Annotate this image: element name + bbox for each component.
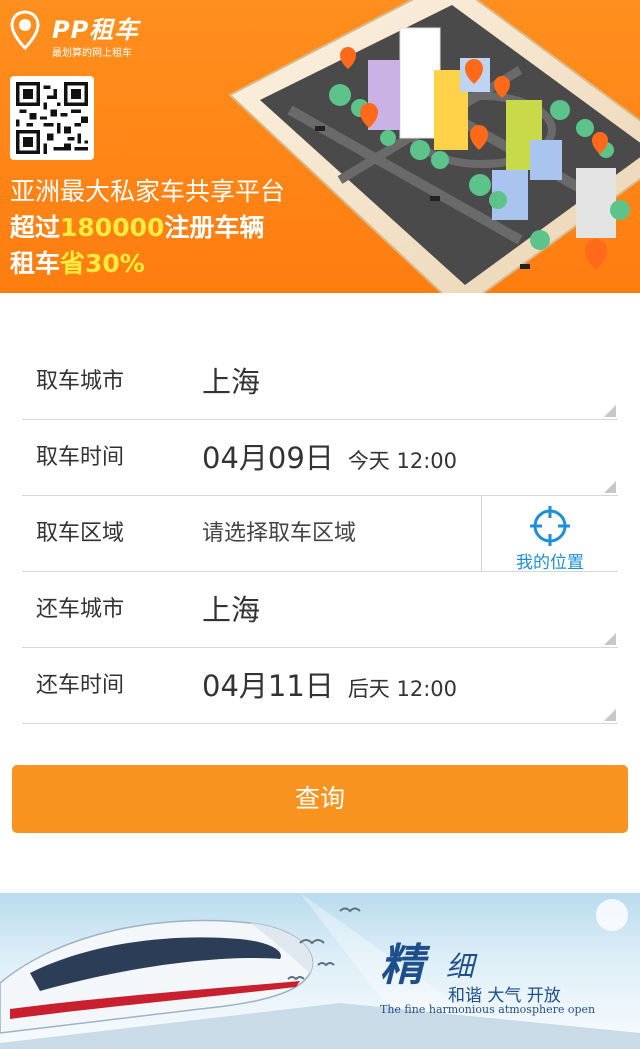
tagline-savings-prefix: 租车 — [10, 249, 61, 278]
return-city-row[interactable]: 还车城市 上海 — [22, 572, 618, 648]
my-location-label: 我的位置 — [516, 553, 584, 573]
pickup-time-value[interactable]: 04月09日 今天 12:00 — [202, 420, 457, 496]
pickup-area-row[interactable]: 取车区域 请选择取车区域 我的位置 — [22, 496, 618, 573]
qr-code — [10, 76, 94, 160]
train-ad-banner[interactable]: 精 细 和谐 大气 开放 The fine harmonious atmosph… — [0, 893, 640, 1049]
tagline-vehicles-count: 180000 — [60, 213, 165, 242]
my-location-button[interactable]: 我的位置 — [481, 496, 618, 573]
return-time-detail: 后天 12:00 — [347, 677, 458, 701]
logo-title: PP租车 — [52, 16, 140, 44]
dropdown-corner-icon — [604, 633, 616, 645]
pickup-time-row[interactable]: 取车时间 04月09日 今天 12:00 — [22, 420, 618, 496]
tagline-savings: 租车省30% — [10, 244, 145, 280]
dropdown-corner-icon — [604, 709, 616, 721]
pickup-city-value[interactable]: 上海 — [202, 344, 260, 420]
pickup-city-label: 取车城市 — [36, 369, 125, 394]
dropdown-corner-icon — [604, 405, 616, 417]
pickup-time-detail: 今天 12:00 — [347, 449, 458, 473]
app-logo: PP租车 最划算的网上租车 — [8, 6, 168, 59]
tagline-savings-amount: 省30% — [60, 249, 145, 278]
promo-banner[interactable]: PP租车 最划算的网上租车 亚洲最大私家车共享平台 超过180000注册车辆 租… — [0, 0, 640, 293]
pickup-area-select[interactable]: 请选择取车区域 — [202, 496, 356, 572]
crosshair-icon — [530, 506, 570, 546]
high-speed-train-illustration — [0, 893, 640, 1049]
logo-subtitle: 最划算的网上租车 — [52, 48, 132, 59]
location-pin-icon — [10, 10, 40, 50]
return-time-label: 还车时间 — [36, 673, 125, 698]
slogan-character-jing: 精 — [380, 940, 424, 991]
rental-search-form: 取车城市 上海 取车时间 04月09日 今天 12:00 取车区域 请选择取车区域… — [22, 344, 618, 724]
slogan-english: The fine harmonious atmosphere open — [380, 1003, 596, 1016]
return-time-value[interactable]: 04月11日 后天 12:00 — [202, 648, 457, 724]
phone-city-illustration — [228, 0, 640, 293]
return-time-row[interactable]: 还车时间 04月11日 后天 12:00 — [22, 648, 618, 724]
slogan-character-xi: 细 — [446, 950, 475, 983]
pickup-area-label: 取车区域 — [36, 521, 125, 546]
tagline-vehicles-prefix: 超过 — [10, 213, 61, 242]
pickup-time-label: 取车时间 — [36, 445, 125, 470]
pickup-city-row[interactable]: 取车城市 上海 — [22, 344, 618, 420]
pickup-date: 04月09日 — [202, 441, 334, 475]
return-city-value[interactable]: 上海 — [202, 572, 260, 648]
return-date: 04月11日 — [202, 669, 334, 703]
search-button[interactable]: 查询 — [12, 765, 628, 833]
dropdown-corner-icon — [604, 481, 616, 493]
return-city-label: 还车城市 — [36, 597, 125, 622]
